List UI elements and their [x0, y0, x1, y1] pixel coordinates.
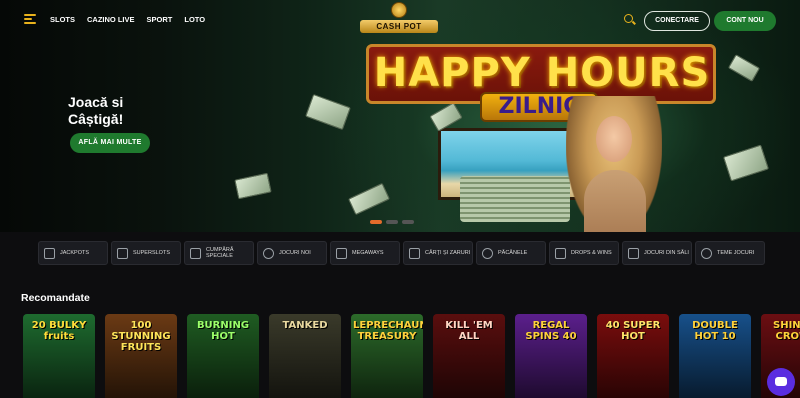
category-hall-games[interactable]: JOCURI DIN SĂLI: [622, 241, 692, 265]
category-jackpots[interactable]: JACKPOTS: [38, 241, 108, 265]
nav-item-slots[interactable]: SLOTS: [50, 15, 75, 24]
hero-model-image: [566, 96, 662, 232]
nav-item-sport[interactable]: SPORT: [147, 15, 173, 24]
game-title: KILL 'EM ALL: [445, 320, 493, 342]
cash-stack-image: [460, 176, 570, 222]
category-drops-wins[interactable]: DROPS & WINS: [549, 241, 619, 265]
game-title: BURNING HOT: [196, 320, 250, 342]
game-tile[interactable]: LEPRECHAUN TREASURY: [351, 314, 423, 398]
buy-feature-icon: [190, 247, 201, 259]
section-title-recommended: Recomandate: [21, 292, 90, 304]
top-header: SLOTS CAZINO LIVE SPORT LOTO CASH POT CO…: [0, 0, 800, 40]
theme-icon: [701, 247, 712, 259]
game-tile[interactable]: DOUBLE HOT 10: [679, 314, 751, 398]
live-chat-button[interactable]: [767, 368, 795, 396]
nav-item-live-casino[interactable]: CAZINO LIVE: [87, 15, 135, 24]
compass-icon: [263, 247, 274, 259]
category-megaways[interactable]: MEGAWAYS: [330, 241, 400, 265]
cashpot-logo[interactable]: CASH POT: [360, 2, 438, 42]
signup-button[interactable]: CONT NOU: [714, 11, 776, 31]
game-title: SHINING CROWN: [773, 320, 800, 342]
game-title: REGAL SPINS 40: [525, 320, 577, 342]
login-button[interactable]: CONECTARE: [644, 11, 710, 31]
category-cards-dice[interactable]: CĂRȚI ȘI ZARURI: [403, 241, 473, 265]
carousel-dot[interactable]: [386, 220, 398, 224]
main-nav: SLOTS CAZINO LIVE SPORT LOTO: [50, 15, 205, 24]
logo-text: CASH POT: [360, 20, 438, 33]
game-title: LEPRECHAUN TREASURY: [353, 320, 423, 342]
game-tile[interactable]: KILL 'EM ALL: [433, 314, 505, 398]
hero-title: Joacă si Câștigă!: [68, 94, 124, 127]
grid-icon: [336, 247, 347, 259]
game-tile[interactable]: 40 SUPER HOT: [597, 314, 669, 398]
menu-icon[interactable]: [24, 14, 36, 24]
game-tile[interactable]: REGAL SPINS 40: [515, 314, 587, 398]
category-pacanele[interactable]: PĂCĂNELE: [476, 241, 546, 265]
game-title: 100 STUNNING FRUITS: [111, 320, 171, 353]
arcade-cabinet-icon: [628, 247, 639, 259]
games-row: 20 BULKY fruits 100 STUNNING FRUITS BURN…: [23, 314, 800, 398]
plane-icon: [555, 247, 566, 259]
game-title: 20 BULKY fruits: [31, 320, 87, 342]
cards-dice-icon: [409, 247, 420, 259]
game-title: 40 SUPER HOT: [605, 320, 661, 342]
logo-emblem-icon: [391, 2, 407, 18]
learn-more-button[interactable]: AFLĂ MAI MULTE: [70, 133, 150, 153]
game-tile[interactable]: 20 BULKY fruits: [23, 314, 95, 398]
category-superslots[interactable]: SUPERSLOTS: [111, 241, 181, 265]
game-title: DOUBLE HOT 10: [692, 320, 738, 342]
game-tile[interactable]: 100 STUNNING FRUITS: [105, 314, 177, 398]
category-bar: JACKPOTS SUPERSLOTS CUMPĂRĂ SPECIALE JOC…: [38, 241, 765, 265]
slot-machine-icon: [117, 247, 128, 259]
game-tile[interactable]: TANKED: [269, 314, 341, 398]
game-title: TANKED: [282, 320, 328, 331]
category-game-themes[interactable]: TEME JOCURI: [695, 241, 765, 265]
carousel-dot[interactable]: [402, 220, 414, 224]
game-tile[interactable]: BURNING HOT: [187, 314, 259, 398]
jackpot-logo-icon: [44, 247, 55, 259]
category-new-games[interactable]: JOCURI NOI: [257, 241, 327, 265]
search-icon[interactable]: [624, 14, 636, 26]
fruits-icon: [482, 247, 493, 259]
nav-item-loto[interactable]: LOTO: [184, 15, 205, 24]
category-buy-features[interactable]: CUMPĂRĂ SPECIALE: [184, 241, 254, 265]
chat-bubble-icon: [775, 377, 787, 386]
carousel-dot[interactable]: [370, 220, 382, 224]
carousel-dots[interactable]: [370, 220, 414, 224]
flying-banknote: [234, 172, 272, 200]
